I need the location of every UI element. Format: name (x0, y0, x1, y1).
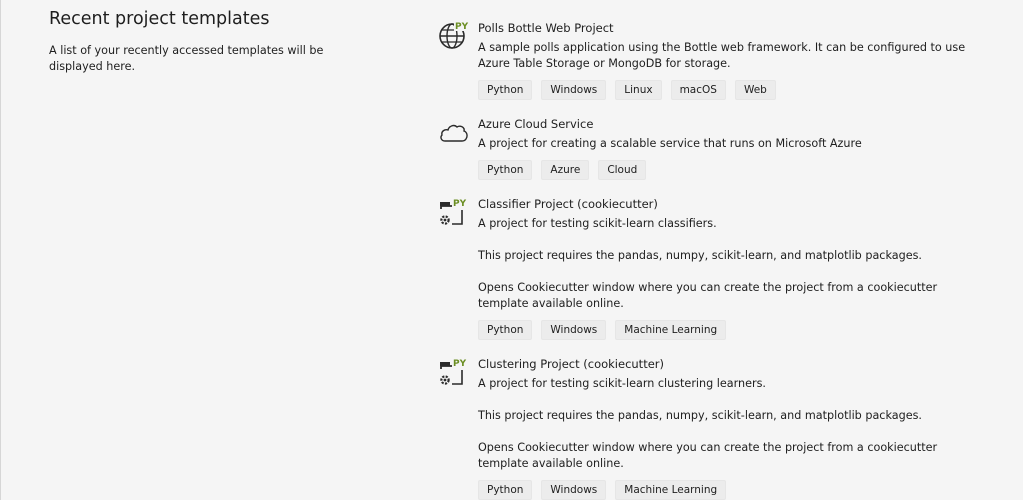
tag: Windows (541, 320, 607, 340)
recent-templates-description: A list of your recently accessed templat… (49, 44, 324, 73)
tag: Machine Learning (615, 480, 727, 500)
template-description: A project for testing scikit-learn clust… (478, 377, 766, 390)
template-item-polls-bottle[interactable]: PY Polls Bottle Web Project A sample pol… (438, 20, 998, 108)
template-tags: Python Windows Linux macOS Web (478, 80, 785, 100)
template-item-classifier-project[interactable]: PY Classifier Project (cookiecutter) A p… (438, 196, 998, 348)
template-name: Azure Cloud Service (478, 117, 594, 131)
template-tags: Python Azure Cloud (478, 160, 655, 180)
template-body: Clustering Project (cookiecutter) A proj… (478, 356, 978, 500)
template-cookiecutter-note: Opens Cookiecutter window where you can … (478, 441, 938, 470)
recent-templates-panel: Recent project templates A list of your … (49, 7, 349, 75)
svg-text:PY: PY (455, 22, 469, 32)
template-body: Azure Cloud Service A project for creati… (478, 116, 978, 180)
tag: Python (478, 80, 533, 100)
tag: Azure (541, 160, 590, 180)
template-description: A project for creating a scalable servic… (478, 137, 862, 150)
tag: macOS (670, 80, 726, 100)
cloud-icon (438, 118, 470, 150)
template-tags: Python Windows Machine Learning (478, 480, 735, 500)
template-description: A project for testing scikit-learn class… (478, 217, 717, 230)
template-cookiecutter-note: Opens Cookiecutter window where you can … (478, 281, 938, 310)
template-item-azure-cloud-service[interactable]: Azure Cloud Service A project for creati… (438, 116, 998, 188)
template-name: Classifier Project (cookiecutter) (478, 197, 658, 211)
tag: Cloud (598, 160, 647, 180)
tag: Python (478, 480, 533, 500)
template-requirements: This project requires the pandas, numpy,… (478, 409, 922, 422)
tag: Linux (615, 80, 662, 100)
svg-text:PY: PY (453, 359, 467, 369)
template-name: Polls Bottle Web Project (478, 21, 614, 35)
tag: Windows (541, 80, 607, 100)
python-project-gear-icon: PY (438, 356, 470, 388)
template-tags: Python Windows Machine Learning (478, 320, 735, 340)
tag: Windows (541, 480, 607, 500)
template-body: Polls Bottle Web Project A sample polls … (478, 20, 978, 100)
template-description: A sample polls application using the Bot… (478, 41, 966, 70)
tag: Python (478, 320, 533, 340)
python-project-gear-icon: PY (438, 196, 470, 228)
tag: Machine Learning (615, 320, 727, 340)
left-border (0, 0, 1, 500)
tag: Web (734, 80, 776, 100)
template-body: Classifier Project (cookiecutter) A proj… (478, 196, 978, 340)
globe-python-icon: PY (438, 20, 470, 52)
template-requirements: This project requires the pandas, numpy,… (478, 249, 922, 262)
template-item-clustering-project[interactable]: PY Clustering Project (cookiecutter) A p… (438, 356, 998, 500)
template-name: Clustering Project (cookiecutter) (478, 357, 664, 371)
svg-text:PY: PY (453, 199, 467, 209)
tag: Python (478, 160, 533, 180)
recent-templates-title: Recent project templates (49, 9, 270, 29)
